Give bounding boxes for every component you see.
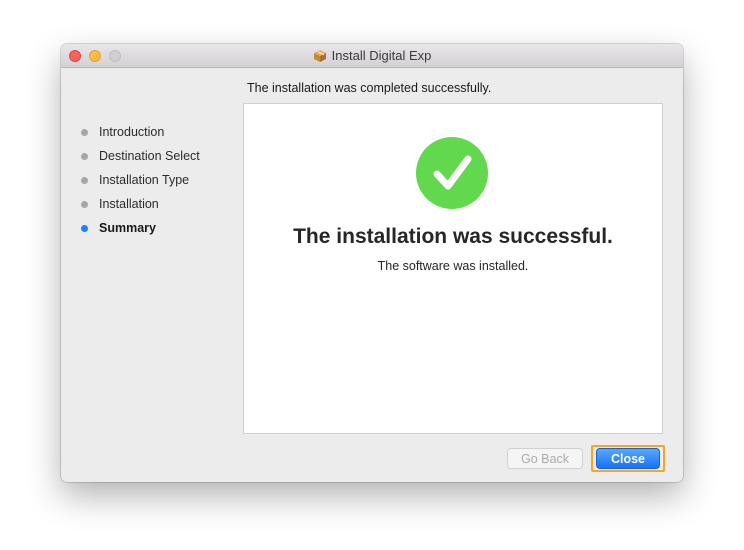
step-installation-type: Installation Type — [81, 172, 189, 188]
step-summary: Summary — [81, 220, 156, 236]
summary-panel: The installation was successful. The sof… — [243, 103, 663, 434]
go-back-button[interactable]: Go Back — [507, 448, 583, 469]
step-label: Installation Type — [99, 173, 190, 187]
step-installation: Installation — [81, 196, 159, 212]
pane-header: The installation was completed successfu… — [247, 81, 492, 95]
step-bullet — [81, 200, 88, 208]
success-subtitle: The software was installed. — [377, 259, 529, 273]
success-title: The installation was successful. — [293, 225, 613, 248]
title-bar[interactable]: Install Digital Exp — [61, 44, 683, 68]
step-introduction: Introduction — [81, 124, 164, 140]
step-bullet — [81, 176, 88, 184]
installer-window: Install Digital Exp The installation was… — [61, 44, 683, 482]
window-title: Install Digital Exp — [331, 48, 432, 63]
checkmark-success-icon — [416, 137, 488, 209]
step-bullet-active — [81, 224, 88, 232]
step-bullet — [81, 128, 88, 136]
step-label: Summary — [99, 221, 156, 235]
step-label: Destination Select — [99, 149, 200, 163]
step-destination-select: Destination Select — [81, 148, 200, 164]
window-title-group: Install Digital Exp — [61, 44, 683, 67]
step-label: Installation — [99, 197, 159, 211]
package-icon — [313, 49, 326, 62]
step-bullet — [81, 152, 88, 160]
step-label: Introduction — [99, 125, 165, 139]
close-button[interactable]: Close — [596, 448, 660, 469]
